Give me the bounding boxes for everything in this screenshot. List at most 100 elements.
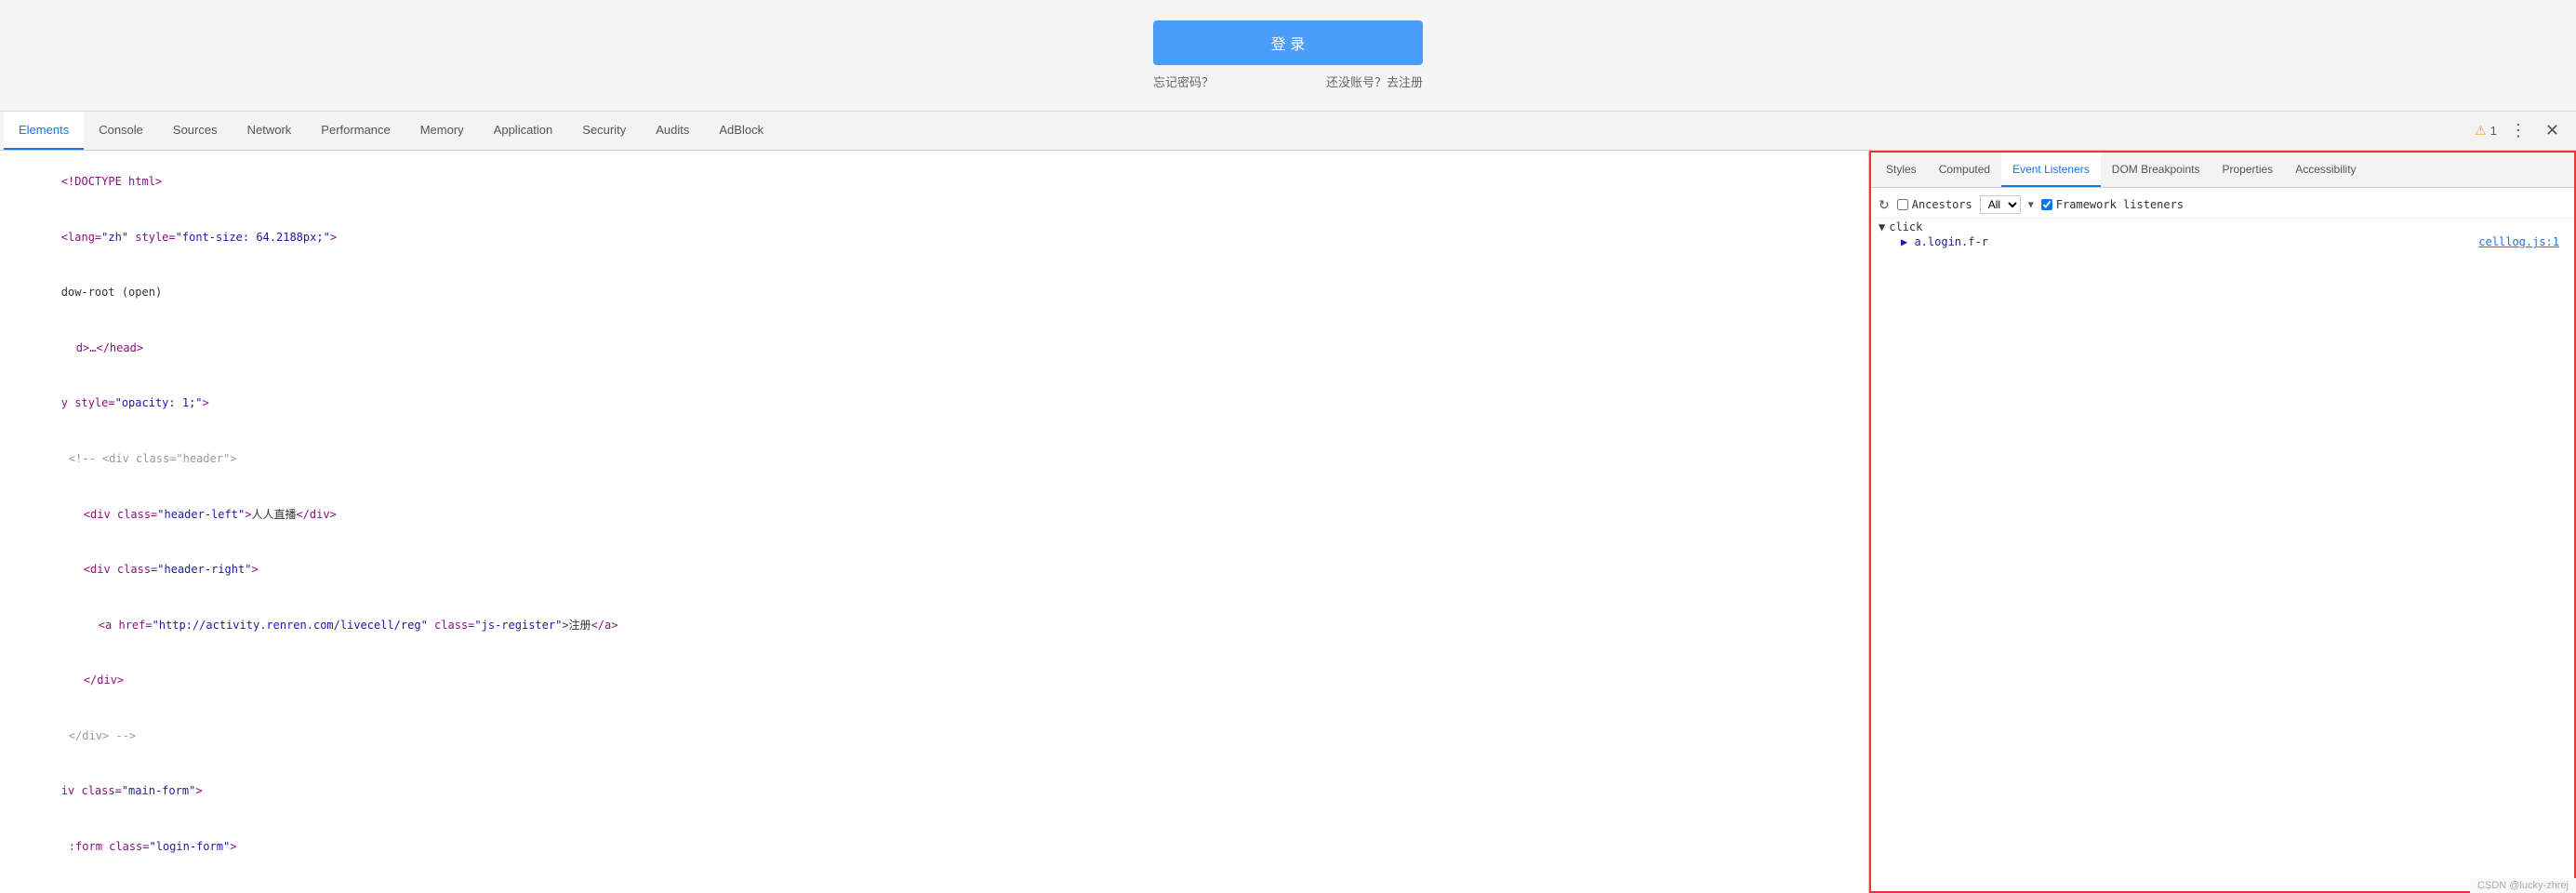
refresh-button[interactable]: ↻ [1879, 197, 1890, 213]
more-button[interactable]: ⋮ [2504, 119, 2532, 142]
comment-span: <!-- <div class="header"> [69, 452, 237, 465]
tab-audits[interactable]: Audits [641, 112, 704, 150]
attr-value-span: "zh" [101, 231, 128, 244]
elements-panel[interactable]: <!DOCTYPE html> <lang="zh" style="font-s… [0, 151, 1869, 893]
right-panel-tabs: Styles Computed Event Listeners DOM Brea… [1871, 153, 2574, 188]
tag-span: </div> [84, 673, 124, 686]
tag-span: </div> [296, 508, 336, 521]
attr-value-span: "header-right" [157, 563, 251, 576]
text-span: 人人直播 [251, 508, 296, 521]
right-panel: Styles Computed Event Listeners DOM Brea… [1869, 151, 2576, 893]
page-footer: CSDN @lucky-zhrej [2470, 878, 2576, 893]
listener-file-link[interactable]: celllog.js:1 [2478, 235, 2559, 248]
html-line[interactable]: d>…</head> [0, 321, 1868, 377]
filter-select[interactable]: All [1980, 195, 2021, 214]
right-tab-properties[interactable]: Properties [2211, 153, 2284, 187]
tag-span: > [203, 396, 209, 409]
tag-span: > [330, 231, 337, 244]
ancestors-checkbox[interactable] [1897, 199, 1908, 210]
register-link[interactable]: 还没账号？去注册 [1326, 73, 1423, 90]
tag-span: <div class= [84, 563, 157, 576]
tab-actions: ⚠ 1 ⋮ ✕ [2475, 119, 2572, 142]
attr-value-span: "login-form" [150, 840, 231, 853]
tag-span: > [195, 784, 202, 797]
close-button[interactable]: ✕ [2540, 119, 2565, 142]
tag-span: style= [128, 231, 176, 244]
html-line[interactable]: <div class="header-right"> [0, 542, 1868, 598]
tag-span: <a href= [99, 619, 153, 632]
right-tab-computed[interactable]: Computed [1928, 153, 2001, 187]
tab-application[interactable]: Application [479, 112, 568, 150]
right-tab-styles[interactable]: Styles [1875, 153, 1928, 187]
tab-security[interactable]: Security [567, 112, 641, 150]
html-line[interactable]: <!DOCTYPE html> [0, 154, 1868, 210]
html-line[interactable]: <div class="header-left">人人直播</div> [0, 486, 1868, 542]
attr-value-span: "opacity: 1;" [115, 396, 203, 409]
text-span: dow-root (open) [61, 286, 162, 299]
right-tab-event-listeners[interactable]: Event Listeners [2001, 153, 2101, 187]
html-line[interactable]: y style="opacity: 1;"> [0, 376, 1868, 432]
devtools-panel: Elements Console Sources Network Perform… [0, 112, 2576, 893]
html-line[interactable]: :form class="login-form"> [0, 820, 1868, 875]
html-line[interactable]: <a href="http://activity.renren.com/live… [0, 598, 1868, 654]
event-toolbar: ↻ Ancestors All ▼ Framework listeners [1871, 192, 2574, 219]
dropdown-arrow-icon: ▼ [2028, 200, 2034, 210]
click-event-item[interactable]: ▼ click ▶ a.login.f-r celllog.js:1 [1871, 219, 2574, 252]
right-tab-accessibility[interactable]: Accessibility [2284, 153, 2367, 187]
attr-value-span: "http://activity.renren.com/livecell/reg… [153, 619, 428, 632]
tab-elements[interactable]: Elements [4, 112, 84, 150]
html-line[interactable]: dow-root (open) [0, 265, 1868, 321]
html-line[interactable]: </div> --> [0, 709, 1868, 765]
tag-span: class= [428, 619, 475, 632]
tab-performance[interactable]: Performance [306, 112, 405, 150]
tag-span: > [562, 619, 568, 632]
listener-row[interactable]: ▶ a.login.f-r celllog.js:1 [1879, 233, 2567, 250]
warning-icon: ⚠ [2475, 123, 2487, 139]
tag-span: lang= [68, 231, 101, 244]
devtools-main: <!DOCTYPE html> <lang="zh" style="font-s… [0, 151, 2576, 893]
tag-span: y style= [61, 396, 115, 409]
login-button[interactable]: 登 录 [1153, 20, 1423, 65]
event-label: click [1889, 220, 1922, 233]
tag-span: d>…</head> [76, 341, 143, 354]
ancestors-label: Ancestors [1912, 198, 1972, 211]
warning-badge: ⚠ 1 [2475, 123, 2497, 139]
tag-span: <div class= [84, 508, 157, 521]
tab-adblock[interactable]: AdBlock [704, 112, 778, 150]
tag-span: > [251, 563, 258, 576]
ancestors-checkbox-label[interactable]: Ancestors [1897, 198, 1972, 211]
tag-span: :form class= [69, 840, 150, 853]
tag-span: </a> [591, 619, 618, 632]
tab-memory[interactable]: Memory [405, 112, 479, 150]
login-links: 忘记密码？ 还没账号？去注册 [1153, 73, 1423, 90]
text-span: 注册 [569, 619, 591, 632]
comment-span: </div> --> [69, 729, 136, 742]
triangle-icon: ▼ [1879, 220, 1885, 233]
devtools-tab-bar: Elements Console Sources Network Perform… [0, 112, 2576, 151]
click-event-name: ▼ click [1879, 220, 2567, 233]
attr-value-span: "font-size: 64.2188px;" [176, 231, 330, 244]
event-listeners-content: ↻ Ancestors All ▼ Framework listeners [1871, 188, 2574, 891]
framework-listeners-checkbox[interactable] [2041, 199, 2052, 210]
attr-value-span: "header-left" [157, 508, 245, 521]
html-line[interactable]: </div> [0, 653, 1868, 709]
tag-span: > [230, 840, 236, 853]
tab-console[interactable]: Console [84, 112, 158, 150]
footer-text: CSDN @lucky-zhrej [2477, 880, 2569, 891]
forgot-password-link[interactable]: 忘记密码？ [1153, 73, 1214, 90]
attr-value-span: "main-form" [122, 784, 195, 797]
tab-network[interactable]: Network [232, 112, 307, 150]
webpage-preview: 登 录 忘记密码？ 还没账号？去注册 [0, 0, 2576, 112]
warning-count: 1 [2490, 124, 2497, 138]
framework-listeners-checkbox-label[interactable]: Framework listeners [2041, 198, 2184, 211]
tag-span: iv class= [61, 784, 122, 797]
html-line[interactable]: iv class="main-form"> [0, 764, 1868, 820]
html-line[interactable]: <lang="zh" style="font-size: 64.2188px;"… [0, 210, 1868, 266]
tab-sources[interactable]: Sources [158, 112, 232, 150]
right-tab-dom-breakpoints[interactable]: DOM Breakpoints [2101, 153, 2211, 187]
attr-value-span: "js-register" [474, 619, 562, 632]
tag-span: < [61, 231, 68, 244]
html-line[interactable]: <div class="form-inline">…</div> [0, 874, 1868, 893]
framework-listeners-label: Framework listeners [2056, 198, 2184, 211]
html-line[interactable]: <!-- <div class="header"> [0, 432, 1868, 487]
